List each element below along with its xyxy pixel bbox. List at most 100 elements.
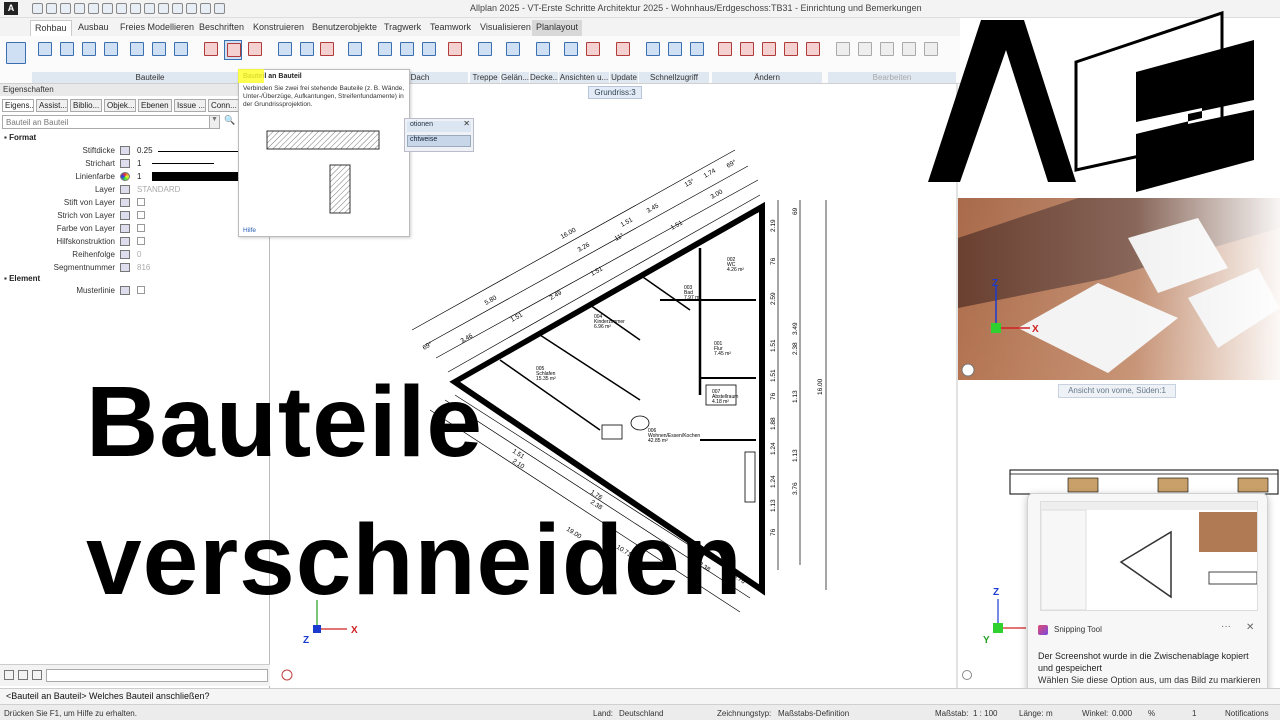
join-walls-icon[interactable] [202, 40, 220, 60]
elevation-navigation-icon[interactable] [962, 670, 972, 680]
panel-tab-ebenen[interactable]: Ebenen [138, 99, 172, 112]
row-value-segmentnummer[interactable]: 816 [137, 263, 150, 272]
group-schnellzugriff[interactable]: Schnellzugriff [639, 72, 709, 83]
dimension-tool-icon[interactable] [688, 40, 706, 60]
pick-icon[interactable] [4, 670, 14, 680]
construction-line-checkbox[interactable] [137, 237, 145, 245]
status-winkel[interactable]: 0.000 [1112, 709, 1132, 718]
favorites-input[interactable] [46, 669, 268, 682]
plane-model-icon[interactable] [346, 40, 364, 60]
finish-tool-icon[interactable] [318, 40, 336, 60]
component-to-component-icon[interactable] [224, 40, 242, 60]
status-notifications[interactable]: Notifications [1225, 709, 1269, 718]
wall-tool-icon[interactable] [36, 40, 54, 60]
panel-tab-assistent[interactable]: Assist... [36, 99, 68, 112]
search-icon[interactable]: 🔍 [224, 115, 236, 129]
redo-icon[interactable] [102, 3, 113, 14]
section-format[interactable]: ▪ Format [4, 133, 36, 142]
ceiling-tool-icon[interactable] [534, 40, 552, 60]
row-value-reihenfolge[interactable]: 0 [137, 250, 141, 259]
elevation-viewport[interactable] [1008, 466, 1280, 496]
tab-teamwork[interactable]: Teamwork [426, 20, 475, 36]
status-land[interactable]: Deutschland [619, 709, 663, 718]
interior-wall[interactable] [639, 274, 691, 311]
panel-tab-bibliothek[interactable]: Biblio... [70, 99, 102, 112]
copy-icon[interactable] [760, 40, 778, 60]
screenshot-thumbnail[interactable] [1040, 501, 1258, 611]
new-file-icon[interactable] [32, 3, 43, 14]
trim-component-icon[interactable] [246, 40, 264, 60]
status-typ[interactable]: Maßstabs-Definition [778, 709, 849, 718]
properties-palette-button[interactable] [4, 40, 28, 68]
color-from-layer-checkbox[interactable] [137, 224, 145, 232]
tooltip-help-link[interactable]: Hilfe [243, 227, 256, 234]
close-icon[interactable]: ✕ [463, 119, 470, 128]
roof-tool-icon[interactable] [376, 40, 394, 60]
story-tool-icon[interactable] [298, 40, 316, 60]
edit-tool-2-icon[interactable] [856, 40, 874, 60]
more-options-icon[interactable]: ··· [1221, 621, 1231, 632]
modify-points-icon[interactable] [782, 40, 800, 60]
roof-edit-icon[interactable] [446, 40, 464, 60]
slab-tool-icon[interactable] [58, 40, 76, 60]
component-combo[interactable]: Bauteil an Bauteil ▼ [2, 115, 220, 129]
pen-from-layer-checkbox[interactable] [137, 198, 145, 206]
calculator-icon[interactable] [158, 3, 169, 14]
row-value-linienfarbe[interactable]: 1 [137, 172, 141, 181]
door-tool-icon[interactable] [128, 40, 146, 60]
chevron-down-icon[interactable]: ▼ [209, 116, 219, 128]
group-decke[interactable]: Decke... [530, 72, 558, 83]
close-icon[interactable]: ✕ [1246, 622, 1254, 633]
tab-freies-modellieren[interactable]: Freies Modellieren [116, 20, 198, 36]
edit-tool-3-icon[interactable] [878, 40, 896, 60]
group-aendern[interactable]: Ändern [712, 72, 822, 83]
panel-tab-objekte[interactable]: Objek... [104, 99, 136, 112]
line-from-layer-checkbox[interactable] [137, 211, 145, 219]
3d-navigation-icon[interactable] [961, 363, 975, 377]
mirror-icon[interactable] [804, 40, 822, 60]
undo-icon[interactable] [88, 3, 99, 14]
tab-beschriften[interactable]: Beschriften [195, 20, 248, 36]
roof-plane-icon[interactable] [398, 40, 416, 60]
help-icon[interactable] [200, 3, 211, 14]
room-tool-icon[interactable] [276, 40, 294, 60]
status-massstab[interactable]: 1 : 100 [973, 709, 997, 718]
pattern-line-checkbox[interactable] [137, 286, 145, 294]
row-value-stiftdicke[interactable]: 0.25 [137, 146, 153, 155]
tab-planlayout[interactable]: Planlayout [532, 20, 583, 36]
transfer-icon[interactable] [18, 670, 28, 680]
column-tool-icon[interactable] [80, 40, 98, 60]
layer-icon[interactable] [130, 3, 141, 14]
group-bauteile[interactable]: Bauteile [32, 72, 268, 83]
line-tool-icon[interactable] [644, 40, 662, 60]
text-tool-icon[interactable] [666, 40, 684, 60]
panel-tab-connect[interactable]: Conn... [208, 99, 240, 112]
beam-tool-icon[interactable] [102, 40, 120, 60]
edit-tool-4-icon[interactable] [900, 40, 918, 60]
row-value-strichart[interactable]: 1 [137, 159, 141, 168]
terrain-tool-icon[interactable] [504, 40, 522, 60]
group-treppe[interactable]: Treppe [470, 72, 500, 83]
snipping-tool-notification[interactable]: Snipping Tool ··· ✕ Der Screenshot wurde… [1027, 493, 1268, 705]
panel-tab-eigenschaften[interactable]: Eigens... [2, 99, 34, 112]
move-icon[interactable] [738, 40, 756, 60]
section-element[interactable]: ▪ Element [4, 274, 40, 283]
options-dialog-button[interactable]: chtweise [407, 135, 471, 147]
navigation-icon[interactable] [281, 669, 293, 681]
tools-icon[interactable] [214, 3, 225, 14]
dormer-icon[interactable] [420, 40, 438, 60]
opening-tool-icon[interactable] [172, 40, 190, 60]
save-icon[interactable] [60, 3, 71, 14]
delete-icon[interactable] [716, 40, 734, 60]
print-icon[interactable] [74, 3, 85, 14]
viewport-label-ansicht[interactable]: Ansicht von vorne, Süden:1 [1058, 384, 1176, 398]
viewport-label-grundriss[interactable]: Grundriss:3 [588, 86, 642, 99]
settings-icon[interactable] [116, 3, 127, 14]
tab-tragwerk[interactable]: Tragwerk [380, 20, 425, 36]
palette-icon[interactable] [186, 3, 197, 14]
tab-konstruieren[interactable]: Konstruieren [249, 20, 308, 36]
tab-rohbau[interactable]: Rohbau [30, 20, 72, 36]
row-value-layer[interactable]: STANDARD [137, 185, 180, 194]
stair-tool-icon[interactable] [476, 40, 494, 60]
tab-ausbau[interactable]: Ausbau [74, 20, 113, 36]
